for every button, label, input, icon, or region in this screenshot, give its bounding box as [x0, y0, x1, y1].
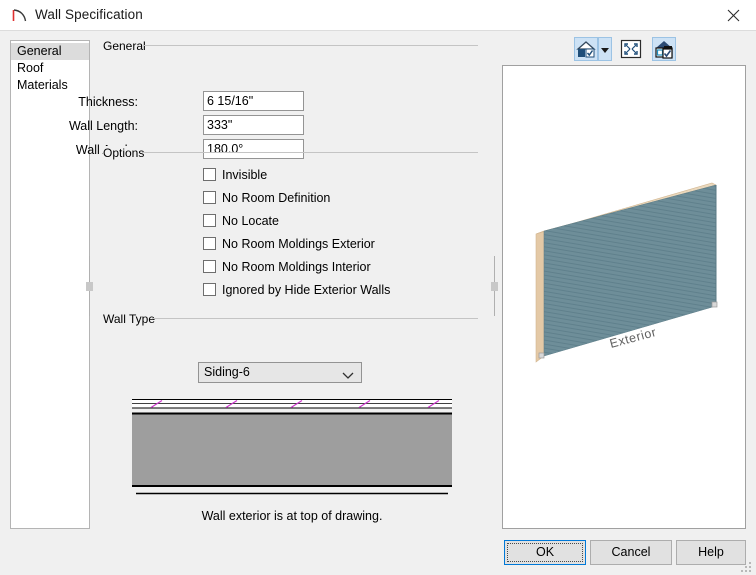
checkbox-box[interactable] [203, 237, 216, 250]
wall-section-caption: Wall exterior is at top of drawing. [201, 509, 383, 523]
checkbox-box[interactable] [203, 283, 216, 296]
checkbox-label: No Room Moldings Exterior [222, 236, 375, 251]
window-title: Wall Specification [35, 7, 143, 22]
thickness-input[interactable] [203, 91, 304, 111]
close-icon[interactable] [711, 0, 756, 31]
options-group-legend: Options [103, 146, 150, 160]
wall-curve-icon [11, 7, 29, 25]
general-group-rule [144, 45, 478, 46]
cancel-button[interactable]: Cancel [590, 540, 672, 565]
checkbox-no-room-moldings-exterior[interactable]: No Room Moldings Exterior [203, 235, 375, 252]
checkbox-label: No Room Definition [222, 190, 331, 205]
checkbox-label: No Room Moldings Interior [222, 259, 371, 274]
options-group-rule [142, 152, 478, 153]
fill-window-icon[interactable] [619, 37, 643, 61]
checkbox-no-locate[interactable]: No Locate [203, 212, 279, 229]
checkbox-label: Invisible [222, 167, 268, 182]
resize-grip[interactable] [741, 560, 753, 572]
wall-length-label: Wall Length: [68, 119, 138, 133]
view-style-house-icon[interactable] [574, 37, 598, 61]
view-style-dropdown-arrow[interactable] [598, 37, 612, 61]
checkbox-no-room-moldings-interior[interactable]: No Room Moldings Interior [203, 258, 371, 275]
chevron-down-icon [342, 369, 354, 383]
focus-ring [507, 543, 583, 562]
thickness-label: Thickness: [78, 95, 138, 109]
title-bar: Wall Specification [0, 0, 756, 31]
checkbox-box[interactable] [203, 191, 216, 204]
checkbox-label: No Locate [222, 213, 279, 228]
help-button[interactable]: Help [676, 540, 746, 565]
wall-length-input[interactable] [203, 115, 304, 135]
splitter-grip[interactable] [86, 282, 93, 291]
checkbox-no-room-definition[interactable]: No Room Definition [203, 189, 330, 206]
checkbox-box[interactable] [203, 214, 216, 227]
sidebar-item-label: Roof [17, 61, 44, 75]
general-group-legend: General [103, 39, 151, 53]
checkbox-box[interactable] [203, 260, 216, 273]
ok-button[interactable]: OK [504, 540, 586, 565]
preview-options-house-icon[interactable] [652, 37, 676, 61]
wall-cross-section-drawing [131, 397, 453, 497]
splitter-left[interactable] [85, 256, 94, 316]
wall-type-selected-value: Siding-6 [204, 365, 250, 379]
splitter-right[interactable] [490, 256, 499, 316]
wall-type-select[interactable]: Siding-6 [198, 362, 362, 383]
splitter-grip[interactable] [491, 282, 498, 291]
dialog-body: General Roof Materials General Thickness… [0, 31, 756, 574]
sidebar-item-materials[interactable]: Materials [11, 77, 89, 94]
sidebar-item-label: General [17, 44, 62, 58]
checkbox-label: Ignored by Hide Exterior Walls [222, 282, 391, 297]
walltype-group-rule [152, 318, 478, 319]
checkbox-ignored-by-hide-exterior-walls[interactable]: Ignored by Hide Exterior Walls [203, 281, 390, 298]
wall-angle-input[interactable] [203, 139, 304, 159]
cancel-button-label: Cancel [611, 545, 651, 559]
checkbox-invisible[interactable]: Invisible [203, 166, 267, 183]
sidebar-item-roof[interactable]: Roof [11, 60, 89, 77]
sidebar-item-general[interactable]: General [11, 43, 89, 60]
checkbox-box[interactable] [203, 168, 216, 181]
wall-3d-preview[interactable]: Exterior [502, 65, 746, 529]
walltype-group-legend: Wall Type [103, 312, 161, 326]
sidebar-item-label: Materials [17, 78, 68, 92]
category-list[interactable]: General Roof Materials [10, 40, 90, 529]
help-button-label: Help [698, 545, 724, 559]
